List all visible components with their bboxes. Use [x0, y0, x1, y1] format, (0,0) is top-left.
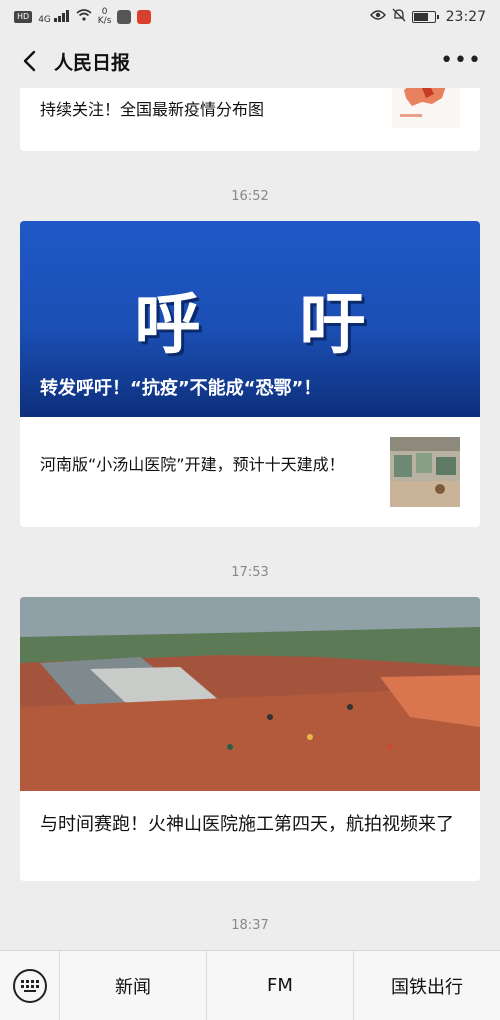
app-notification-icon-2: [137, 10, 152, 24]
timestamp: 16:52: [231, 189, 269, 204]
sub-article-title[interactable]: 河南版“小汤山医院”开建，预计十天建成！: [40, 449, 380, 480]
chat-header: 人民日报 •••: [0, 34, 500, 88]
eye-icon: [369, 9, 386, 25]
battery-icon: [411, 11, 439, 23]
keyboard-icon: [12, 968, 47, 1003]
menu-item-fm[interactable]: FM: [207, 951, 354, 1020]
menu-item-railway[interactable]: 国铁出行: [354, 951, 500, 1020]
message-feed[interactable]: 持续关注！全国最新疫情分布图 16:52 呼 吁 转发呼吁！“抗疫”不能成“恐鄂…: [0, 88, 500, 950]
mute-icon: [392, 8, 406, 26]
keyboard-toggle-button[interactable]: [0, 951, 60, 1020]
net-speed: 0 K/s: [98, 8, 112, 26]
status-left: HD 4G 0 K/s: [14, 8, 152, 26]
signal-icon: 4G: [38, 9, 70, 25]
article-photo: [20, 597, 480, 791]
banner-caption: 转发呼吁！“抗疫”不能成“恐鄂”！: [40, 378, 322, 399]
page-title: 人民日报: [54, 51, 131, 74]
more-options-button[interactable]: •••: [434, 50, 488, 72]
status-right: 23:27: [369, 8, 486, 26]
article-banner: 呼 吁 转发呼吁！“抗疫”不能成“恐鄂”！: [20, 221, 480, 417]
menu-item-news[interactable]: 新闻: [60, 951, 207, 1020]
network-type: 4G: [38, 14, 51, 25]
back-arrow-icon: [23, 50, 36, 72]
article-title: 与时间赛跑！火神山医院施工第四天，航拍视频来了: [40, 814, 454, 835]
status-bar: HD 4G 0 K/s 23:27: [0, 0, 500, 34]
sub-article-thumbnail[interactable]: [390, 437, 460, 507]
article-thumbnail: [392, 88, 460, 128]
hd-badge: HD: [14, 11, 33, 23]
wifi-icon: [76, 9, 92, 25]
banner-headline: 呼 吁: [134, 286, 404, 363]
article-title: 持续关注！全国最新疫情分布图: [40, 100, 265, 119]
article-card[interactable]: 呼 吁 转发呼吁！“抗疫”不能成“恐鄂”！ 河南版“小汤山医院”开建，预计十天建…: [20, 221, 480, 527]
back-button[interactable]: [12, 41, 46, 81]
clock: 23:27: [445, 9, 486, 25]
timestamp: 17:53: [231, 565, 269, 580]
net-speed-unit: K/s: [97, 16, 112, 26]
bottom-menu-bar: 新闻 FM 国铁出行: [0, 950, 500, 1020]
article-card[interactable]: 持续关注！全国最新疫情分布图: [20, 88, 480, 151]
app-notification-icon: [117, 10, 132, 24]
article-card[interactable]: 与时间赛跑！火神山医院施工第四天，航拍视频来了: [20, 597, 480, 881]
timestamp: 18:37: [231, 918, 269, 933]
